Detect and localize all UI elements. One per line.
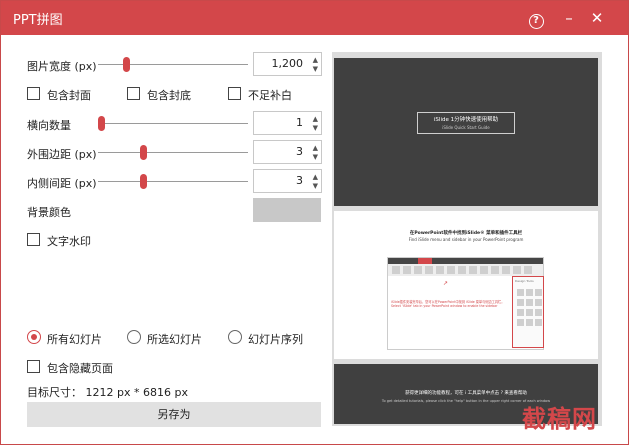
mockup-pane-tile xyxy=(526,299,533,306)
mockup-ribbon-tile xyxy=(480,266,488,274)
close-button[interactable]: ✕ xyxy=(587,8,607,28)
outer-margin-value[interactable]: 3 xyxy=(296,145,303,158)
image-width-slider-thumb[interactable] xyxy=(123,57,130,72)
mockup-pane-tile xyxy=(526,289,533,296)
mockup-pane-tile xyxy=(517,319,524,326)
bg-color-swatch[interactable] xyxy=(253,198,321,222)
save-as-button[interactable]: 另存为 xyxy=(27,402,321,427)
slide1-subtitle: iSlide Quick Start Guide xyxy=(442,125,490,130)
mockup-ribbon-tile xyxy=(469,266,477,274)
mockup-pane-tile xyxy=(526,319,533,326)
mockup-ribbon-tile xyxy=(392,266,400,274)
close-icon: ✕ xyxy=(590,9,604,27)
mockup-ribbon-tile xyxy=(414,266,422,274)
title-bar: PPT拼图 ? – ✕ xyxy=(1,1,628,35)
columns-slider-track[interactable] xyxy=(98,123,248,124)
mockup-ribbon-tile xyxy=(502,266,510,274)
preview-slide-2: 在PowerPoint软件中找到iSlide® 菜单和插件工具栏 Find iS… xyxy=(334,211,598,359)
include-cover-label: 包含封面 xyxy=(47,89,91,102)
site-watermark-logo: 截稿网 xyxy=(522,404,597,433)
mockup-pane-title: Design Tools xyxy=(515,279,534,283)
slide3-title: 获得更详细的功能教程，可在 i 工具菜单中点击 ? 来查看帮助 xyxy=(405,391,527,396)
no-padding-label: 不足补白 xyxy=(248,89,292,102)
columns-decrease-icon[interactable]: ▼ xyxy=(313,124,318,132)
help-button[interactable]: ? xyxy=(526,8,546,29)
slide-sequence-radio[interactable] xyxy=(228,330,242,344)
mockup-ribbon-tile xyxy=(491,266,499,274)
columns-increase-icon[interactable]: ▲ xyxy=(313,115,318,123)
include-hidden-label: 包含隐藏页面 xyxy=(47,362,113,375)
image-width-label: 图片宽度 (px) xyxy=(27,60,97,73)
slide2-title: 在PowerPoint软件中找到iSlide® 菜单和插件工具栏 xyxy=(409,231,523,236)
slide-sequence-label: 幻灯片序列 xyxy=(248,333,303,346)
image-width-decrease-icon[interactable]: ▼ xyxy=(313,65,318,73)
slide1-title: iSlide 1分钟快速使用帮助 xyxy=(433,117,499,123)
image-width-spinbox[interactable]: 1,200 ▲ ▼ xyxy=(253,52,322,76)
mockup-arrow-icon: ↗ xyxy=(443,280,449,287)
all-slides-radio[interactable] xyxy=(27,330,41,344)
mockup-ribbon-tile xyxy=(447,266,455,274)
mockup-pane-tile xyxy=(535,299,542,306)
mockup-pane-tile xyxy=(517,309,524,316)
help-icon: ? xyxy=(528,14,544,29)
outer-margin-slider-track[interactable] xyxy=(98,152,248,153)
minimize-icon: – xyxy=(565,9,573,27)
include-back-label: 包含封底 xyxy=(147,89,191,102)
outer-margin-label: 外围边距 (px) xyxy=(27,148,97,161)
slide1-title-box: iSlide 1分钟快速使用帮助 iSlide Quick Start Guid… xyxy=(417,112,515,134)
inner-spacing-label: 内侧间距 (px) xyxy=(27,177,97,190)
mockup-pane-tile xyxy=(535,319,542,326)
slide2-app-mockup: ↗ iSlide插件安装完毕后，您可以在PowerPoint中找到 iSlide… xyxy=(387,257,544,350)
image-width-slider-track[interactable] xyxy=(98,64,248,65)
slide2-subtitle: Find iSlide menu and sidebar in your Pow… xyxy=(408,237,524,242)
mockup-pane-tile xyxy=(517,299,524,306)
text-watermark-checkbox[interactable] xyxy=(27,233,40,246)
outer-margin-increase-icon[interactable]: ▲ xyxy=(313,144,318,152)
mockup-ribbon-tile xyxy=(425,266,433,274)
columns-value[interactable]: 1 xyxy=(296,116,303,129)
selected-slides-label: 所选幻灯片 xyxy=(147,333,202,346)
columns-spinbox[interactable]: 1 ▲ ▼ xyxy=(253,111,322,135)
mockup-ribbon-tile xyxy=(524,266,532,274)
mockup-pane-tile xyxy=(517,289,524,296)
minimize-button[interactable]: – xyxy=(559,8,579,28)
mockup-sidebar-pane: Design Tools xyxy=(512,276,544,348)
mockup-pane-tile xyxy=(535,309,542,316)
inner-spacing-value[interactable]: 3 xyxy=(296,174,303,187)
image-width-value[interactable]: 1,200 xyxy=(272,57,304,70)
image-width-increase-icon[interactable]: ▲ xyxy=(313,56,318,64)
preview-slide-1: iSlide 1分钟快速使用帮助 iSlide Quick Start Guid… xyxy=(334,58,598,206)
inner-spacing-decrease-icon[interactable]: ▼ xyxy=(313,182,318,190)
target-size-text: 目标尺寸： 1212 px * 6816 px xyxy=(27,386,188,399)
all-slides-label: 所有幻灯片 xyxy=(47,333,102,346)
inner-spacing-spinbox[interactable]: 3 ▲ ▼ xyxy=(253,169,322,193)
mockup-ribbon-tile xyxy=(403,266,411,274)
include-cover-checkbox[interactable] xyxy=(27,87,40,100)
bg-color-label: 背景颜色 xyxy=(27,206,71,219)
selected-slides-radio[interactable] xyxy=(127,330,141,344)
mockup-ribbon-tile xyxy=(436,266,444,274)
columns-label: 横向数量 xyxy=(27,119,71,132)
mockup-pane-tile xyxy=(535,289,542,296)
slide2-body: iSlide插件安装完毕后，您可以在PowerPoint中找到 iSlide 菜… xyxy=(391,300,505,308)
text-watermark-label: 文字水印 xyxy=(47,235,91,248)
outer-margin-decrease-icon[interactable]: ▼ xyxy=(313,153,318,161)
outer-margin-slider-thumb[interactable] xyxy=(140,145,147,160)
include-hidden-checkbox[interactable] xyxy=(27,360,40,373)
preview-panel[interactable]: iSlide 1分钟快速使用帮助 iSlide Quick Start Guid… xyxy=(332,52,602,426)
include-back-checkbox[interactable] xyxy=(127,87,140,100)
ppt-collage-dialog: PPT拼图 ? – ✕ 图片宽度 (px) 1,200 ▲ ▼ 包含封面 包含封… xyxy=(0,0,629,445)
inner-spacing-slider-track[interactable] xyxy=(98,181,248,182)
no-padding-checkbox[interactable] xyxy=(228,87,241,100)
inner-spacing-slider-thumb[interactable] xyxy=(140,174,147,189)
window-title: PPT拼图 xyxy=(13,13,63,28)
outer-margin-spinbox[interactable]: 3 ▲ ▼ xyxy=(253,140,322,164)
mockup-pane-tile xyxy=(526,309,533,316)
mockup-ribbon-tile xyxy=(458,266,466,274)
columns-slider-thumb[interactable] xyxy=(98,116,105,131)
mockup-ribbon-tile xyxy=(513,266,521,274)
inner-spacing-increase-icon[interactable]: ▲ xyxy=(313,173,318,181)
